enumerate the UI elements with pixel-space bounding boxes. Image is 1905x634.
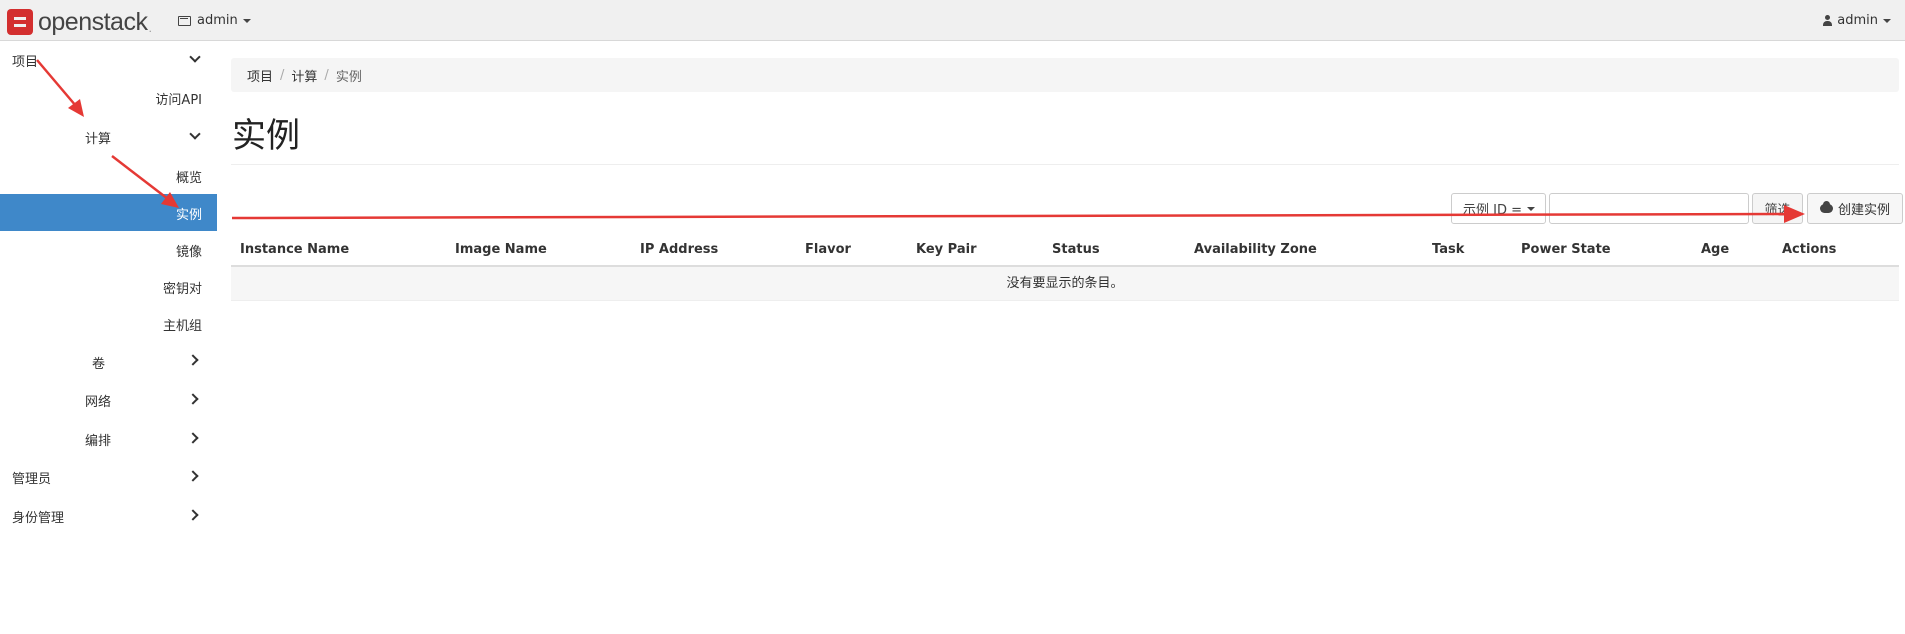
filter-input[interactable] [1549, 193, 1749, 224]
openstack-logo[interactable]: openstack . [7, 7, 152, 36]
caret-down-icon [242, 18, 251, 23]
column-header-actions: Actions [1782, 242, 1837, 257]
filter-button-label: 筛选 [1764, 203, 1791, 218]
chevron-right-icon[interactable] [187, 432, 199, 444]
user-name: admin [1837, 13, 1878, 28]
cloud-upload-icon [1819, 201, 1833, 213]
caret-down-icon [1527, 206, 1536, 211]
logo-text: openstack [38, 7, 148, 36]
page-title: 实例 [232, 116, 300, 156]
filter-field-label: 示例 ID = [1463, 203, 1523, 218]
filter-button[interactable]: 筛选 [1752, 193, 1803, 224]
logo-dot: . [148, 22, 152, 35]
column-header-age[interactable]: Age [1701, 242, 1729, 257]
sidebar-item-access-api[interactable]: 访问API [155, 89, 202, 108]
launch-instance-label: 创建实例 [1837, 203, 1890, 218]
breadcrumb-item-compute[interactable]: 计算 [291, 66, 317, 85]
breadcrumb-separator: / [324, 67, 329, 83]
user-menu[interactable]: admin [1823, 13, 1891, 28]
column-header-image-name[interactable]: Image Name [455, 242, 547, 257]
project-switcher[interactable]: admin [178, 13, 251, 28]
filter-field-select[interactable]: 示例 ID = [1451, 193, 1546, 224]
table-header: Instance Name Image Name IP Address Flav… [231, 233, 1899, 267]
chevron-right-icon[interactable] [187, 393, 199, 405]
sidebar-item-compute[interactable]: 计算 [85, 128, 111, 147]
column-header-key-pair[interactable]: Key Pair [916, 242, 976, 257]
caret-down-icon [1883, 18, 1891, 23]
sidebar-item-admin[interactable]: 管理员 [12, 468, 51, 487]
sidebar-item-server-groups[interactable]: 主机组 [163, 315, 202, 334]
annotation-arrow [36, 59, 84, 117]
top-navbar: openstack . admin admin [0, 0, 1905, 41]
sidebar-item-orchestration[interactable]: 编排 [85, 430, 111, 449]
project-icon [178, 15, 191, 26]
title-divider [231, 164, 1899, 165]
column-header-flavor[interactable]: Flavor [805, 242, 851, 257]
table-empty-row: 没有要显示的条目。 [231, 267, 1899, 301]
sidebar-item-volumes[interactable]: 卷 [92, 353, 105, 372]
breadcrumb-separator: / [280, 67, 285, 83]
chevron-down-icon[interactable] [189, 128, 201, 140]
breadcrumb: 项目 / 计算 / 实例 [231, 58, 1899, 92]
chevron-right-icon[interactable] [187, 354, 199, 366]
sidebar-item-key-pairs[interactable]: 密钥对 [163, 278, 202, 297]
chevron-right-icon[interactable] [187, 509, 199, 521]
column-header-availability-zone[interactable]: Availability Zone [1194, 242, 1317, 257]
sidebar-item-overview[interactable]: 概览 [176, 167, 202, 186]
sidebar-item-network[interactable]: 网络 [85, 391, 111, 410]
annotation-arrows [36, 59, 1805, 223]
project-name: admin [197, 13, 238, 28]
sidebar-item-project[interactable]: 项目 [12, 51, 38, 70]
sidebar-item-images[interactable]: 镜像 [176, 241, 202, 260]
chevron-right-icon[interactable] [187, 470, 199, 482]
launch-instance-button[interactable]: 创建实例 [1807, 193, 1903, 224]
column-header-task[interactable]: Task [1432, 242, 1464, 257]
breadcrumb-item-project[interactable]: 项目 [247, 66, 273, 85]
sidebar-item-label: 实例 [175, 208, 202, 223]
breadcrumb-item-current: 实例 [335, 69, 362, 85]
column-header-instance-name[interactable]: Instance Name [240, 242, 349, 257]
column-header-ip-address[interactable]: IP Address [640, 242, 718, 257]
sidebar-item-identity[interactable]: 身份管理 [12, 507, 64, 526]
column-header-status[interactable]: Status [1052, 242, 1100, 257]
column-header-power-state[interactable]: Power State [1521, 242, 1611, 257]
user-icon [1823, 15, 1833, 26]
openstack-logo-icon [7, 9, 33, 35]
sidebar-item-instances[interactable]: 实例 [0, 194, 217, 231]
chevron-down-icon[interactable] [189, 51, 201, 63]
